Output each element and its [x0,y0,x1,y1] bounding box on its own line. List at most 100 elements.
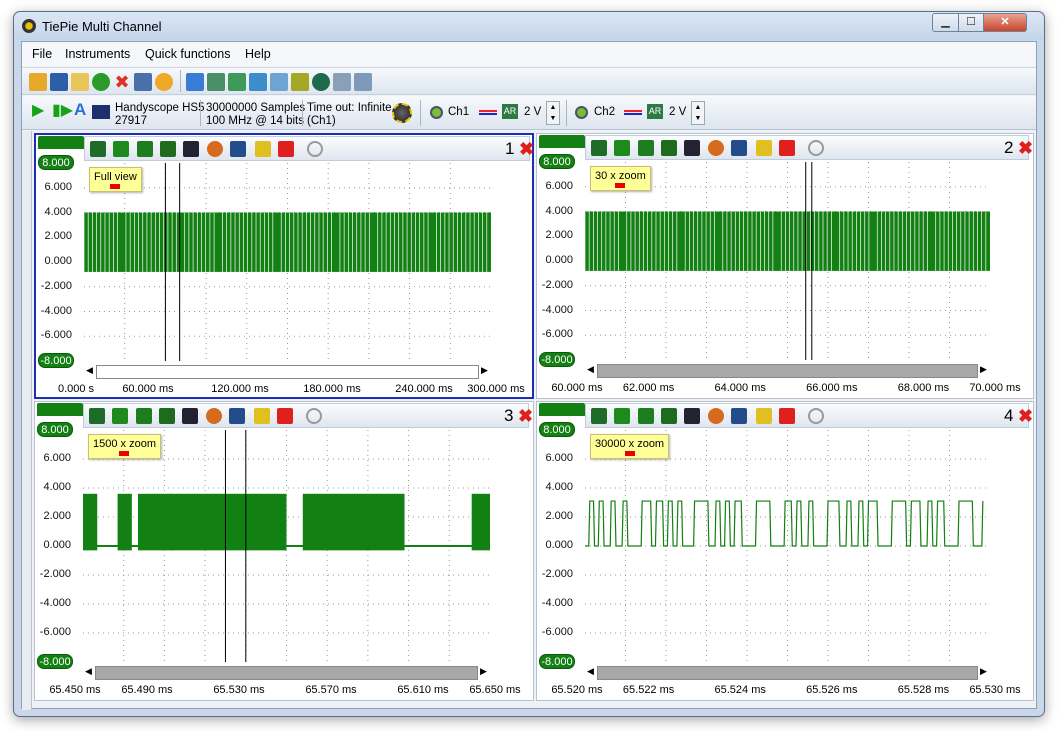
ch-scope-icon[interactable] [614,408,630,424]
scope-panel-1[interactable]: 1 ✖ 8.000 6.000 4.000 2.000 0.000 -2.000 -4.000 -… [34,133,534,399]
scope-panel-4[interactable]: 4 ✖ 8.000 6.000 4.000 2.000 0.000 -2.000 -4.000 -… [536,401,1034,701]
ch-scope-icon[interactable] [113,141,129,157]
scroll-left-icon[interactable]: ◀ [587,364,594,375]
step-icon[interactable] [591,408,607,424]
y-range-handle[interactable]: 8.000 [38,155,74,170]
y-range-handle[interactable]: -8.000 [38,353,74,368]
close-panel-icon[interactable]: ✖ [1018,406,1033,427]
eye-icon[interactable] [307,141,323,157]
close-panel-icon[interactable]: ✖ [519,139,534,160]
trigger-icon[interactable] [661,140,677,156]
close-panel-icon[interactable]: ✖ [518,406,533,427]
y-range-handle[interactable]: 8.000 [539,154,575,169]
menu-file[interactable]: File [32,47,52,61]
menu-quick-functions[interactable]: Quick functions [145,47,230,61]
ch1-enable-icon[interactable] [430,106,443,119]
ch2-coupling-icon[interactable] [624,110,642,115]
label-icon[interactable] [756,408,772,424]
scope-panel-3[interactable]: 3 ✖ 8.000 6.000 4.000 2.000 0.000 -2.000 -4.000 -… [34,401,534,701]
remove-label-icon[interactable] [779,140,795,156]
y-range-handle[interactable]: -8.000 [539,352,575,367]
eye-icon[interactable] [808,408,824,424]
step-icon[interactable] [90,141,106,157]
scope-panel-2[interactable]: 2 ✖ 8.000 6.000 4.000 2.000 0.000 -2.000 -4.000 -… [536,133,1034,399]
print-icon[interactable] [134,73,152,91]
label-icon[interactable] [255,141,271,157]
save-icon[interactable] [50,73,68,91]
scroll-left-icon[interactable]: ◀ [85,666,92,677]
meter-icon[interactable] [270,73,288,91]
ch2-auto-range-icon[interactable]: AR [647,104,663,119]
trigger-timeout[interactable]: Time out: Infinite [307,102,392,115]
instrument-icon[interactable] [92,105,110,119]
panel-splitter-strip[interactable] [22,131,32,710]
close-window-button[interactable]: ✕ [983,13,1027,32]
yt-graph-icon[interactable] [207,73,225,91]
marker-pen-icon[interactable] [206,408,222,424]
ch2-range-spinner[interactable]: ▲ ▼ [691,101,705,125]
time-scrollbar[interactable] [597,666,978,680]
open-folder-icon[interactable] [29,73,47,91]
xy-graph-icon[interactable] [228,73,246,91]
minimize-button[interactable]: ▁ [932,13,959,32]
scroll-left-icon[interactable]: ◀ [86,365,93,376]
pulse-icon[interactable] [137,141,153,157]
y-range-handle[interactable]: 8.000 [37,422,73,437]
remove-label-icon[interactable] [779,408,795,424]
y-range-handle[interactable]: -8.000 [37,654,73,669]
remove-label-icon[interactable] [277,408,293,424]
record-icon[interactable] [684,140,700,156]
zoom-window-icon[interactable] [229,408,245,424]
scroll-right-icon[interactable]: ▶ [980,666,987,677]
ch1-auto-range-icon[interactable]: AR [502,104,518,119]
add-panel-icon[interactable] [186,73,204,91]
remove-label-icon[interactable] [278,141,294,157]
scroll-right-icon[interactable]: ▶ [481,365,488,376]
zoom-label[interactable]: Full view [89,167,142,192]
sample-rate[interactable]: 100 MHz @ 14 bits [206,115,304,128]
maximize-button[interactable]: ☐ [958,13,984,32]
ch2-range[interactable]: 2 V [669,106,686,119]
channel-tab[interactable] [37,403,83,416]
y-range-handle[interactable]: -8.000 [539,654,575,669]
waveform-plot[interactable] [84,163,491,361]
menu-help[interactable]: Help [245,47,271,61]
close-panel-icon[interactable]: ✖ [1018,138,1033,159]
ch2-enable-icon[interactable] [575,106,588,119]
waveform-plot[interactable] [585,162,990,360]
zoom-window-icon[interactable] [731,140,747,156]
time-scrollbar[interactable] [597,364,978,378]
scroll-left-icon[interactable]: ◀ [587,666,594,677]
zoom-label[interactable]: 30000 x zoom [590,434,670,459]
y-range-handle[interactable]: 8.000 [539,422,575,437]
eye-icon[interactable] [808,140,824,156]
marker-pen-icon[interactable] [207,141,223,157]
zoom-label[interactable]: 1500 x zoom [88,434,161,459]
label-icon[interactable] [254,408,270,424]
email-icon[interactable] [71,73,89,91]
trigger-icon[interactable] [160,141,176,157]
ch-scope-icon[interactable] [112,408,128,424]
pulse-icon[interactable] [136,408,152,424]
scroll-right-icon[interactable]: ▶ [980,364,987,375]
zoom-window-icon[interactable] [731,408,747,424]
record-icon[interactable] [684,408,700,424]
serial-decoder-icon[interactable] [354,73,372,91]
ch1-range[interactable]: 2 V [524,106,541,119]
delete-icon[interactable]: ✖ [113,73,131,91]
fft-graph-icon[interactable] [249,73,267,91]
menu-instruments[interactable]: Instruments [65,47,130,61]
eye-icon[interactable] [306,408,322,424]
ch1-coupling-icon[interactable] [479,110,497,115]
channel-tab[interactable] [539,403,585,416]
table-icon[interactable] [291,73,309,91]
timeout-knob-icon[interactable] [392,103,412,123]
step-icon[interactable] [89,408,105,424]
waveform-plot[interactable] [585,430,990,662]
time-scrollbar[interactable] [95,666,478,680]
record-icon[interactable] [183,141,199,157]
i2c-icon[interactable] [333,73,351,91]
record-icon[interactable] [182,408,198,424]
pulse-icon[interactable] [638,140,654,156]
marker-pen-icon[interactable] [708,408,724,424]
